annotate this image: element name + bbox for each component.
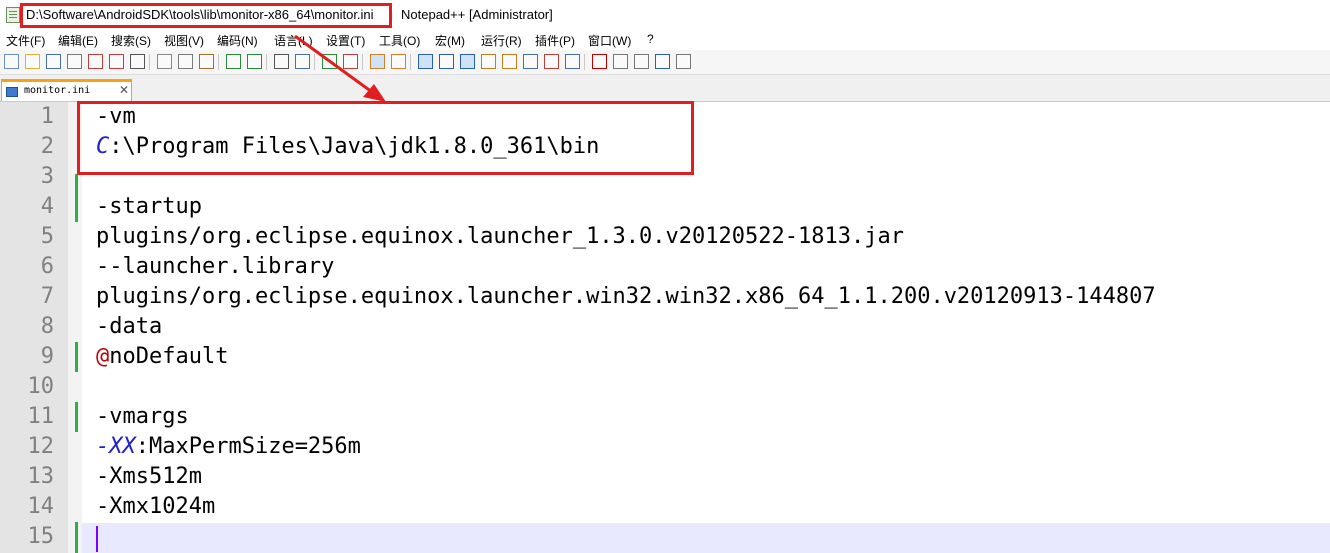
annotation-arrow (294, 34, 386, 102)
